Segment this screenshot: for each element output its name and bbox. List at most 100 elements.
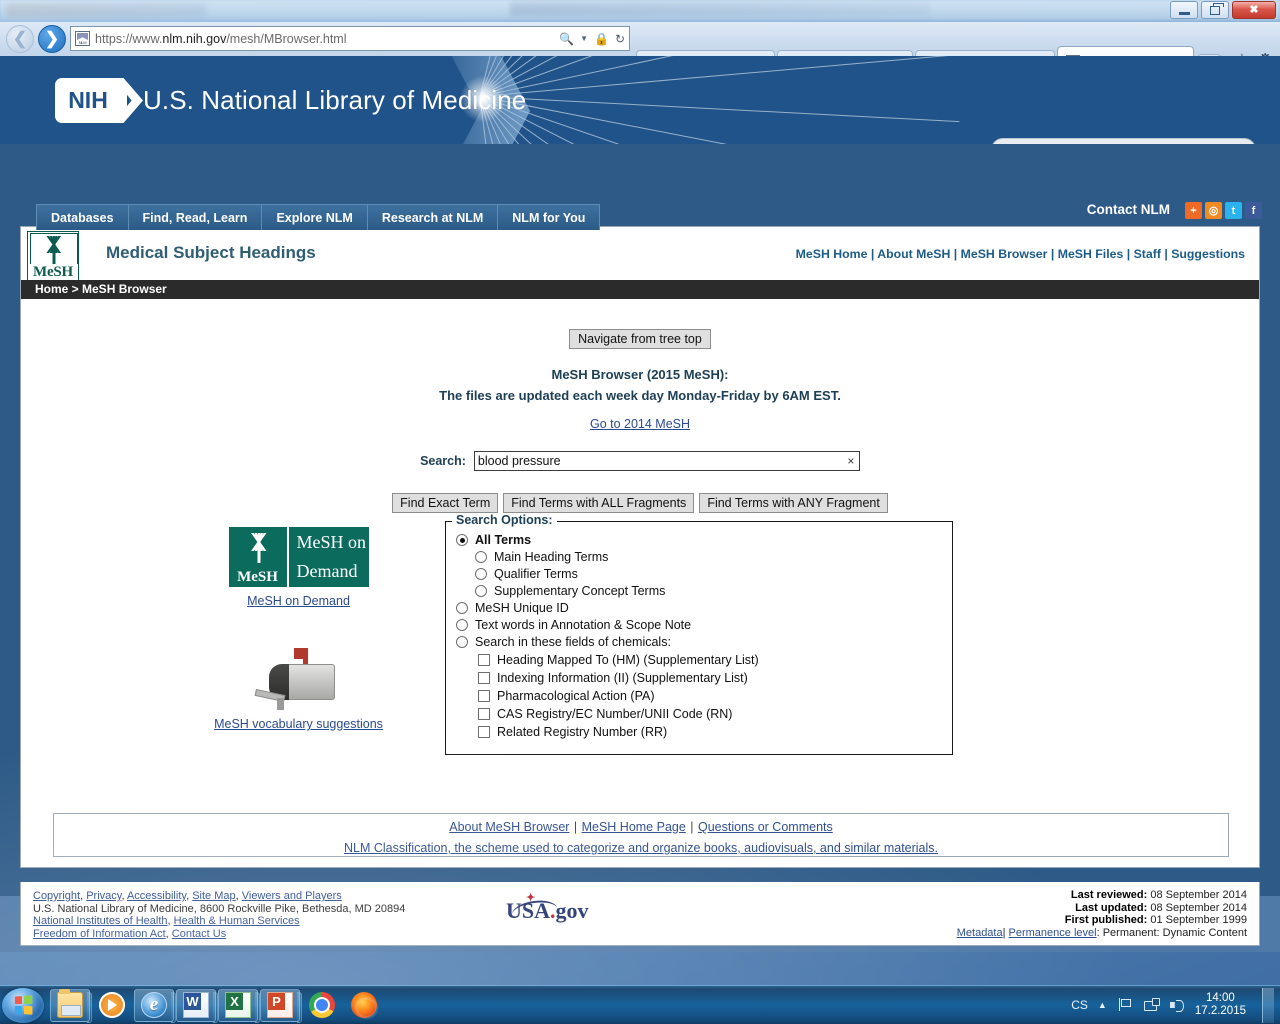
nav-item-find-read-learn[interactable]: Find, Read, Learn	[127, 204, 262, 230]
taskbar-internet-explorer[interactable]	[134, 988, 176, 1023]
mailbox-icon[interactable]	[251, 648, 347, 710]
show-desktop-button[interactable]	[1262, 987, 1274, 1023]
chevron-down-icon[interactable]: ▼	[580, 34, 588, 43]
address-bar[interactable]: https://www.nlm.nih.gov/mesh/MBrowser.ht…	[70, 26, 630, 51]
radio-icon[interactable]	[475, 568, 487, 580]
taskbar-media-player[interactable]	[92, 989, 132, 1022]
rss-icon[interactable]: ◎	[1205, 202, 1222, 219]
taskbar-word[interactable]	[176, 988, 218, 1023]
mesh-search-input[interactable]	[474, 452, 843, 470]
checkbox-icon[interactable]	[478, 654, 490, 666]
mesh-on-demand-link[interactable]: MeSH on Demand	[247, 594, 350, 608]
link-viewers-and-players[interactable]: Viewers and Players	[242, 890, 342, 902]
option-supplementary-concept-terms[interactable]: Supplementary Concept Terms	[475, 584, 942, 598]
taskbar-explorer[interactable]	[50, 988, 92, 1023]
taskbar-firefox[interactable]	[344, 989, 384, 1022]
option-all-terms[interactable]: All Terms	[456, 533, 942, 547]
checkbox-icon[interactable]	[478, 708, 490, 720]
search-icon[interactable]: 🔍	[559, 32, 574, 46]
show-hidden-icons-chevron-up-icon[interactable]: ▲	[1098, 1000, 1107, 1010]
radio-icon[interactable]	[456, 619, 468, 631]
option-text-words-annotation-scope-note[interactable]: Text words in Annotation & Scope Note	[456, 618, 942, 632]
radio-icon[interactable]	[475, 551, 487, 563]
link-mesh-files[interactable]: MeSH Files	[1058, 247, 1124, 261]
twitter-icon[interactable]: t	[1225, 202, 1242, 219]
link-mesh-browser[interactable]: MeSH Browser	[961, 247, 1048, 261]
radio-icon[interactable]	[456, 636, 468, 648]
clock[interactable]: 14:00 17.2.2015	[1195, 992, 1246, 1018]
find-terms-all-fragments-button[interactable]: Find Terms with ALL Fragments	[503, 493, 695, 513]
link-copyright[interactable]: Copyright	[33, 890, 80, 902]
minimize-button[interactable]	[1170, 1, 1198, 19]
link-about-mesh-browser[interactable]: About MeSH Browser	[449, 820, 569, 834]
go-to-2014-mesh-link[interactable]: Go to 2014 MeSH	[590, 417, 690, 431]
network-icon[interactable]	[1143, 997, 1160, 1013]
link-nlm-classification[interactable]: NLM Classification, the scheme used to c…	[344, 841, 938, 855]
link-freedom-of-information-act[interactable]: Freedom of Information Act	[33, 928, 166, 940]
ie-title-bar: ✖	[0, 0, 1280, 22]
lock-icon: 🔒	[593, 31, 609, 46]
search-field-wrapper[interactable]: ×	[473, 451, 860, 471]
checkbox-icon[interactable]	[478, 672, 490, 684]
action-center-flag-icon[interactable]	[1117, 997, 1133, 1013]
find-exact-term-button[interactable]: Find Exact Term	[392, 493, 499, 513]
checkbox-pharmacological-action[interactable]: Pharmacological Action (PA)	[478, 689, 942, 703]
usagov-logo[interactable]: ✦ USA.gov	[506, 892, 589, 924]
radio-icon[interactable]	[475, 585, 487, 597]
checkbox-cas-registry-number[interactable]: CAS Registry/EC Number/UNII Code (RN)	[478, 707, 942, 721]
option-search-fields-of-chemicals[interactable]: Search in these fields of chemicals:	[456, 635, 942, 649]
option-qualifier-terms[interactable]: Qualifier Terms	[475, 567, 942, 581]
mesh-logo-icon[interactable]: MeSH	[27, 231, 79, 283]
link-site-map[interactable]: Site Map	[192, 890, 235, 902]
facebook-icon[interactable]: f	[1245, 202, 1262, 219]
link-mesh-home-page[interactable]: MeSH Home Page	[582, 820, 686, 834]
nav-item-nlm-for-you[interactable]: NLM for You	[497, 204, 601, 230]
nih-logo[interactable]: NIH U.S. National Library of Medicine	[55, 78, 526, 123]
mesh-on-demand-banner-image[interactable]: MeSH MeSH on Demand	[228, 527, 369, 587]
link-health-human-services[interactable]: Health & Human Services	[174, 915, 300, 927]
refresh-icon[interactable]: ↻	[615, 32, 625, 46]
nih-mark-icon: NIH	[55, 78, 127, 123]
clear-icon[interactable]: ×	[843, 454, 859, 468]
share-icon[interactable]: +	[1185, 202, 1202, 219]
link-metadata[interactable]: Metadata	[957, 927, 1003, 939]
radio-icon[interactable]	[456, 534, 468, 546]
taskbar-excel[interactable]	[218, 988, 260, 1023]
nav-item-databases[interactable]: Databases	[36, 204, 128, 230]
contact-nlm-link[interactable]: Contact NLM	[1087, 202, 1170, 217]
navigate-from-tree-top-button[interactable]: Navigate from tree top	[569, 329, 711, 349]
checkbox-icon[interactable]	[478, 726, 490, 738]
nav-item-research-at-nlm[interactable]: Research at NLM	[366, 204, 498, 230]
checkbox-related-registry-number[interactable]: Related Registry Number (RR)	[478, 725, 942, 739]
nlm-search-box[interactable]	[991, 138, 1256, 144]
radio-icon[interactable]	[456, 602, 468, 614]
link-about-mesh[interactable]: About MeSH	[877, 247, 950, 261]
taskbar-powerpoint[interactable]	[260, 988, 302, 1023]
volume-icon[interactable]	[1169, 997, 1185, 1013]
mesh-vocabulary-suggestions-link[interactable]: MeSH vocabulary suggestions	[214, 717, 383, 731]
restore-button[interactable]	[1201, 1, 1229, 19]
link-staff[interactable]: Staff	[1134, 247, 1161, 261]
close-button[interactable]: ✖	[1232, 1, 1276, 19]
option-mesh-unique-id[interactable]: MeSH Unique ID	[456, 601, 942, 615]
link-accessibility[interactable]: Accessibility	[127, 890, 186, 902]
nav-item-explore-nlm[interactable]: Explore NLM	[261, 204, 367, 230]
link-suggestions[interactable]: Suggestions	[1171, 247, 1245, 261]
language-indicator[interactable]: CS	[1071, 998, 1088, 1012]
link-mesh-home[interactable]: MeSH Home	[796, 247, 868, 261]
back-button[interactable]: ❮	[6, 25, 34, 53]
link-privacy[interactable]: Privacy	[86, 890, 121, 902]
link-national-institutes-of-health[interactable]: National Institutes of Health	[33, 915, 168, 927]
taskbar-chrome[interactable]	[302, 989, 342, 1022]
checkbox-indexing-information[interactable]: Indexing Information (II) (Supplementary…	[478, 671, 942, 685]
checkbox-heading-mapped-to[interactable]: Heading Mapped To (HM) (Supplementary Li…	[478, 653, 942, 667]
link-contact-us[interactable]: Contact Us	[172, 928, 226, 940]
start-orb[interactable]	[2, 987, 44, 1023]
forward-button[interactable]: ❯	[38, 25, 66, 53]
checkbox-icon[interactable]	[478, 690, 490, 702]
option-main-heading-terms[interactable]: Main Heading Terms	[475, 550, 942, 564]
link-permanence-level[interactable]: Permanence level	[1009, 927, 1097, 939]
find-terms-any-fragment-button[interactable]: Find Terms with ANY Fragment	[699, 493, 888, 513]
search-input[interactable]	[1020, 142, 1245, 144]
link-questions-or-comments[interactable]: Questions or Comments	[698, 820, 833, 834]
